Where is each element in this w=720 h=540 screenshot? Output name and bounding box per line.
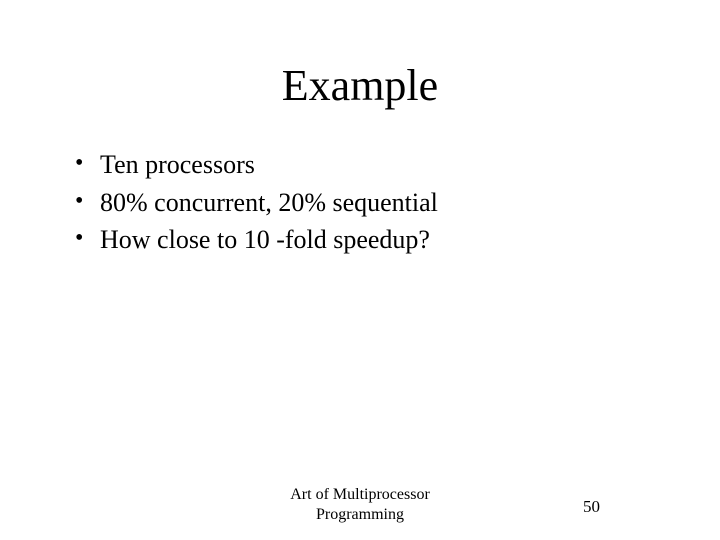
- footer-line-1: Art of Multiprocessor: [290, 486, 430, 503]
- bullet-item: Ten processors: [75, 146, 660, 184]
- bullet-list: Ten processors 80% concurrent, 20% seque…: [60, 146, 660, 259]
- footer-line-2: Programming: [316, 506, 404, 523]
- page-number: 50: [583, 497, 600, 517]
- slide-container: Example Ten processors 80% concurrent, 2…: [0, 0, 720, 540]
- bullet-item: 80% concurrent, 20% sequential: [75, 184, 660, 222]
- slide-title: Example: [60, 60, 660, 111]
- slide-footer: Art of Multiprocessor Programming: [0, 485, 720, 525]
- footer-text: Art of Multiprocessor Programming: [290, 485, 430, 525]
- bullet-item: How close to 10 -fold speedup?: [75, 221, 660, 259]
